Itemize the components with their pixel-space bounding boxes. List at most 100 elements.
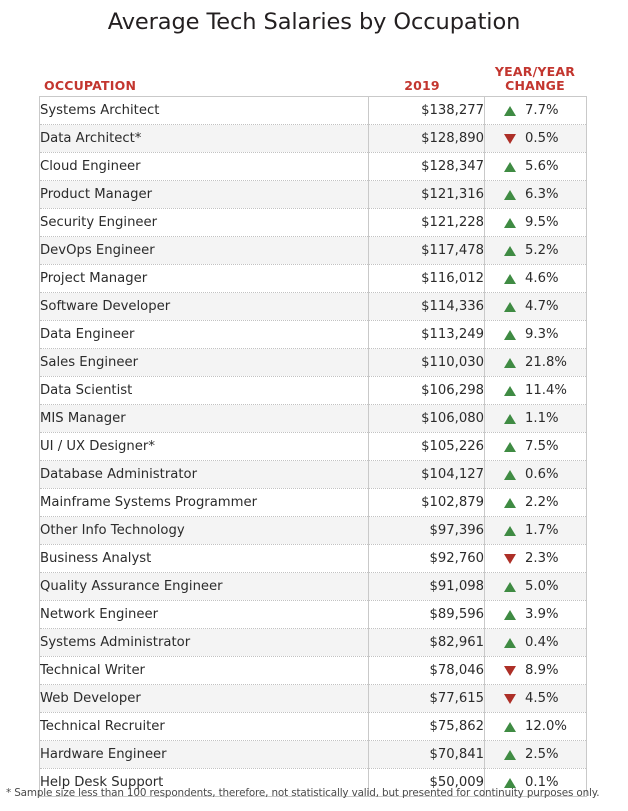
table-row: Hardware Engineer$70,8412.5% xyxy=(40,741,587,769)
cell-change: 4.7% xyxy=(485,293,587,321)
change-indicator: 6.3% xyxy=(485,181,586,208)
change-indicator: 1.1% xyxy=(485,405,586,432)
change-indicator: 5.0% xyxy=(485,573,586,600)
table-row: UI / UX Designer*$105,226 7.5% xyxy=(40,433,587,461)
cell-occupation: Hardware Engineer xyxy=(40,741,369,769)
salary-table: Systems Architect$138,2777.7%Data Archit… xyxy=(39,96,587,797)
table-row: Product Manager$121,3166.3% xyxy=(40,181,587,209)
cell-occupation: MIS Manager xyxy=(40,405,369,433)
column-header-change-line2: CHANGE xyxy=(484,79,586,93)
cell-occupation: Mainframe Systems Programmer xyxy=(40,489,369,517)
triangle-up-icon xyxy=(504,778,516,788)
change-value: 2.3% xyxy=(525,545,571,572)
cell-change: 9.5% xyxy=(485,209,587,237)
cell-change: 1.1% xyxy=(485,405,587,433)
triangle-up-icon xyxy=(504,190,516,200)
triangle-down-icon xyxy=(504,694,516,704)
triangle-down-icon xyxy=(504,554,516,564)
triangle-up-icon xyxy=(504,302,516,312)
cell-salary: $117,478 xyxy=(369,237,485,265)
cell-occupation: Product Manager xyxy=(40,181,369,209)
column-header-change: YEAR/YEAR CHANGE xyxy=(484,65,586,96)
change-value: 4.6% xyxy=(525,265,571,292)
cell-salary: $77,615 xyxy=(369,685,485,713)
cell-salary: $138,277 xyxy=(369,97,485,125)
cell-change: 6.3% xyxy=(485,181,587,209)
table-row: Web Developer$77,6154.5% xyxy=(40,685,587,713)
triangle-up-icon xyxy=(504,638,516,648)
cell-change: 2.5% xyxy=(485,741,587,769)
change-value: 12.0% xyxy=(525,713,571,740)
table-row: Technical Writer$78,0468.9% xyxy=(40,657,587,685)
cell-salary: $92,760 xyxy=(369,545,485,573)
table-row: Network Engineer$89,5963.9% xyxy=(40,601,587,629)
change-indicator: 0.6% xyxy=(485,461,586,488)
triangle-down-icon xyxy=(504,134,516,144)
triangle-up-icon xyxy=(504,162,516,172)
cell-change: 0.6% xyxy=(485,461,587,489)
change-value: 3.9% xyxy=(525,601,571,628)
cell-change: 11.4% xyxy=(485,377,587,405)
cell-salary: $91,098 xyxy=(369,573,485,601)
cell-salary: $113,249 xyxy=(369,321,485,349)
cell-occupation: Systems Architect xyxy=(40,97,369,125)
triangle-up-icon xyxy=(504,414,516,424)
footnote: * Sample size less than 100 respondents,… xyxy=(6,787,622,800)
change-indicator: 7.5% xyxy=(485,433,586,460)
cell-salary: $105,226 xyxy=(369,433,485,461)
cell-salary: $128,890 xyxy=(369,125,485,153)
cell-occupation: UI / UX Designer* xyxy=(40,433,369,461)
cell-change: 4.6% xyxy=(485,265,587,293)
triangle-up-icon xyxy=(504,274,516,284)
cell-change: 7.7% xyxy=(485,97,587,125)
column-header-year: 2019 xyxy=(368,79,484,96)
cell-occupation: Software Developer xyxy=(40,293,369,321)
page-title: Average Tech Salaries by Occupation xyxy=(0,0,628,36)
cell-occupation: Network Engineer xyxy=(40,601,369,629)
change-value: 7.5% xyxy=(525,433,571,460)
change-value: 5.6% xyxy=(525,153,571,180)
change-indicator: 4.5% xyxy=(485,685,586,712)
column-header-occupation: OCCUPATION xyxy=(39,79,368,96)
cell-salary: $70,841 xyxy=(369,741,485,769)
cell-change: 5.6% xyxy=(485,153,587,181)
table-row: Data Engineer$113,2499.3% xyxy=(40,321,587,349)
table-row: Systems Administrator$82,9610.4% xyxy=(40,629,587,657)
change-value: 5.2% xyxy=(525,237,571,264)
cell-salary: $114,336 xyxy=(369,293,485,321)
cell-occupation: Business Analyst xyxy=(40,545,369,573)
change-indicator: 11.4% xyxy=(485,377,586,404)
cell-change: 5.2% xyxy=(485,237,587,265)
cell-salary: $104,127 xyxy=(369,461,485,489)
change-indicator: 7.7% xyxy=(485,97,586,124)
table-row: Data Scientist$106,29811.4% xyxy=(40,377,587,405)
change-indicator: 12.0% xyxy=(485,713,586,740)
triangle-up-icon xyxy=(504,106,516,116)
cell-salary: $75,862 xyxy=(369,713,485,741)
change-indicator: 2.5% xyxy=(485,741,586,768)
table-row: Database Administrator$104,1270.6% xyxy=(40,461,587,489)
cell-change: 2.2% xyxy=(485,489,587,517)
change-indicator: 21.8% xyxy=(485,349,586,376)
table-row: Technical Recruiter$75,86212.0% xyxy=(40,713,587,741)
cell-occupation: Systems Administrator xyxy=(40,629,369,657)
table-row: Data Architect*$128,8900.5% xyxy=(40,125,587,153)
table-row: Cloud Engineer$128,3475.6% xyxy=(40,153,587,181)
cell-salary: $128,347 xyxy=(369,153,485,181)
change-value: 4.5% xyxy=(525,685,571,712)
cell-occupation: Sales Engineer xyxy=(40,349,369,377)
cell-change: 1.7% xyxy=(485,517,587,545)
table-row: Sales Engineer$110,03021.8% xyxy=(40,349,587,377)
change-value: 9.5% xyxy=(525,209,571,236)
change-indicator: 2.2% xyxy=(485,489,586,516)
change-indicator: 3.9% xyxy=(485,601,586,628)
change-value: 11.4% xyxy=(525,377,571,404)
cell-salary: $106,298 xyxy=(369,377,485,405)
cell-occupation: Project Manager xyxy=(40,265,369,293)
column-header-change-line1: YEAR/YEAR xyxy=(484,65,586,79)
table-row: Systems Architect$138,2777.7% xyxy=(40,97,587,125)
cell-change: 12.0% xyxy=(485,713,587,741)
cell-occupation: Technical Writer xyxy=(40,657,369,685)
change-value: 1.1% xyxy=(525,405,571,432)
change-indicator: 5.6% xyxy=(485,153,586,180)
